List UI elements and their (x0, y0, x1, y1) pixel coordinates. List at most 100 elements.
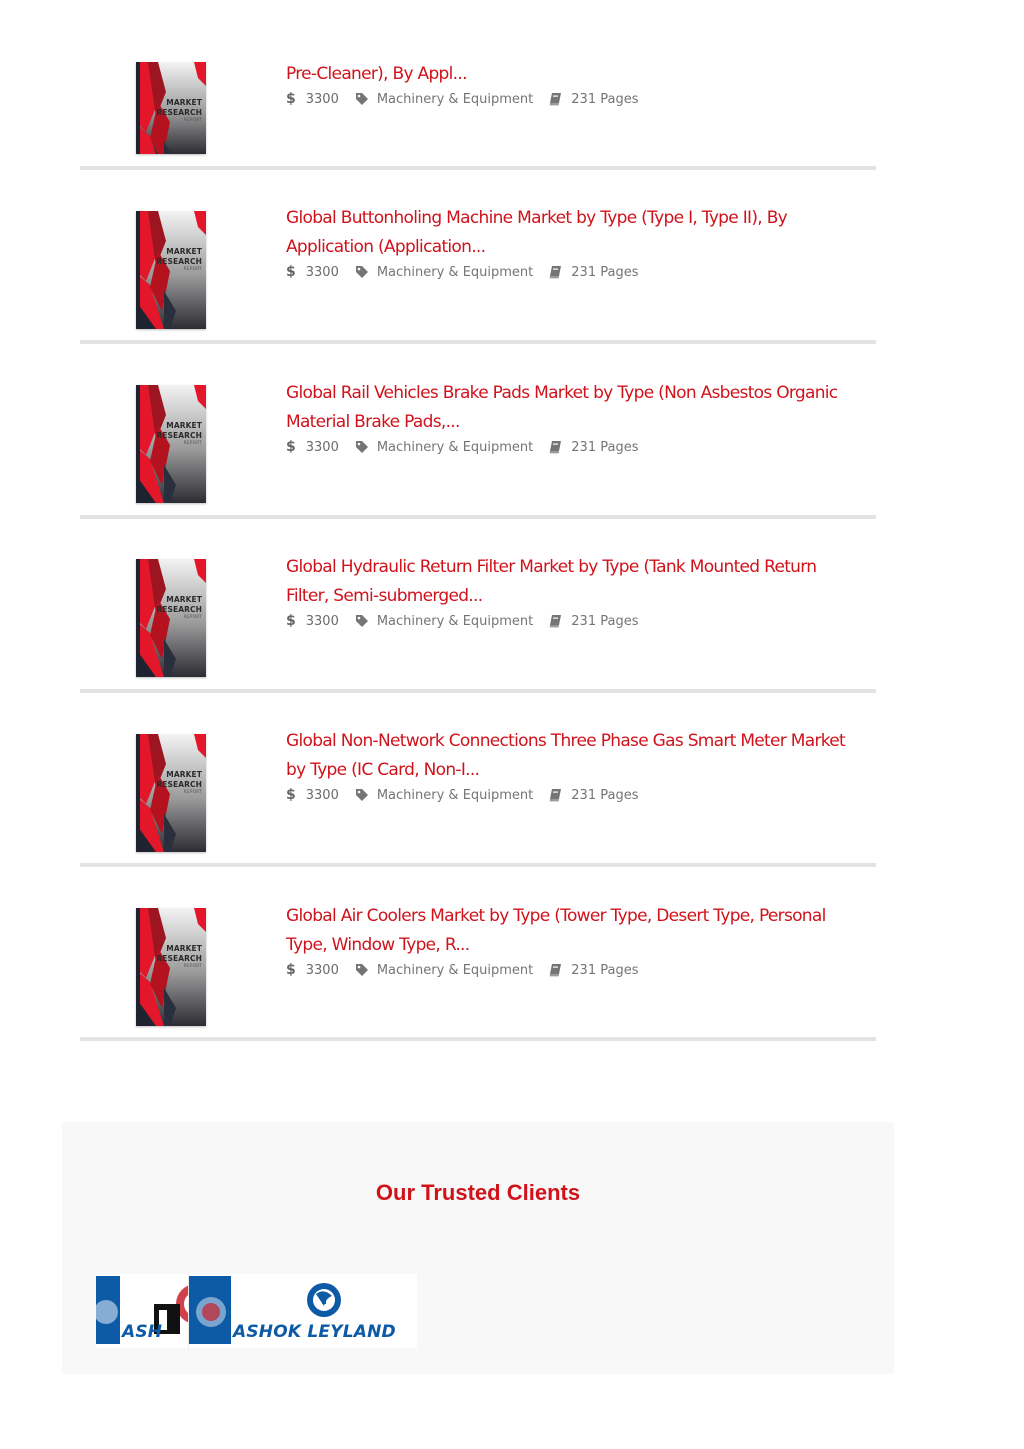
report-meta: $ 3300 Machinery & Equipment 231 Pages (286, 785, 876, 805)
report-title-link[interactable]: Global Rail Vehicles Brake Pads Market b… (286, 379, 876, 437)
cover-brand-line: MARKET (166, 247, 202, 256)
report-price: 3300 (305, 962, 339, 978)
report-title-line: Global Buttonholing Machine Market by Ty… (286, 208, 788, 228)
report-category-link[interactable]: Machinery & Equipment (377, 440, 533, 455)
report-meta: $ 3300 Machinery & Equipment 231 Pages (286, 611, 876, 631)
report-pages: 231 Pages (571, 962, 639, 978)
report-title-line: Application (Application... (286, 237, 486, 257)
report-cover-image[interactable]: MARKET RESEARCH REPORT (136, 211, 206, 329)
dollar-icon: $ (286, 613, 296, 629)
cover-brand-sub: REPORT (183, 964, 202, 969)
dollar-icon: $ (286, 962, 296, 978)
cover-brand: MARKET RESEARCH REPORT (156, 595, 202, 621)
report-title-line: Global Rail Vehicles Brake Pads Market b… (286, 383, 838, 403)
report-pages: 231 Pages (571, 264, 639, 280)
report-item: MARKET RESEARCH REPORT Pre-Cleaner), By … (80, 0, 876, 170)
cover-brand-line: MARKET (166, 98, 202, 107)
cover-brand-sub: REPORT (183, 118, 202, 123)
tag-icon (355, 441, 368, 453)
report-info: Pre-Cleaner), By Appl... $ 3300 Machiner… (286, 60, 876, 109)
report-cover-image[interactable]: MARKET RESEARCH REPORT (136, 734, 206, 852)
report-title-line: Material Brake Pads,... (286, 412, 460, 432)
cover-brand-line: MARKET (166, 421, 202, 430)
cover-brand-line: MARKET (166, 595, 202, 604)
dollar-icon: $ (286, 787, 296, 803)
report-title-link[interactable]: Pre-Cleaner), By Appl... (286, 60, 876, 89)
report-item: MARKET RESEARCH REPORT Global Buttonholi… (80, 170, 876, 344)
cover-edge (136, 559, 140, 677)
report-price: 3300 (305, 439, 339, 455)
report-info: Global Hydraulic Return Filter Market by… (286, 553, 876, 631)
report-cover-image[interactable]: MARKET RESEARCH REPORT (136, 908, 206, 1026)
cover-brand-sub: REPORT (183, 790, 202, 795)
report-pages: 231 Pages (571, 439, 639, 455)
cover-edge (136, 908, 140, 1026)
report-category-link[interactable]: Machinery & Equipment (377, 265, 533, 280)
cover-brand-line: RESEARCH (156, 257, 202, 266)
dollar-icon: $ (286, 439, 296, 455)
report-category-link[interactable]: Machinery & Equipment (377, 788, 533, 803)
tag-icon (355, 615, 368, 627)
cover-brand: MARKET RESEARCH REPORT (156, 247, 202, 273)
report-info: Global Rail Vehicles Brake Pads Market b… (286, 379, 876, 457)
report-title-link[interactable]: Global Air Coolers Market by Type (Tower… (286, 902, 876, 960)
report-price: 3300 (305, 787, 339, 803)
report-category-link[interactable]: Machinery & Equipment (377, 92, 533, 107)
clients-title: Our Trusted Clients (375, 1180, 581, 1205)
cover-brand-line: RESEARCH (156, 954, 202, 963)
cover-brand-sub: REPORT (183, 267, 202, 272)
tag-icon (355, 964, 368, 976)
cover-brand-line: RESEARCH (156, 108, 202, 117)
report-cover-image[interactable]: MARKET RESEARCH REPORT (136, 385, 206, 503)
cover-brand-sub: REPORT (183, 441, 202, 446)
report-cover-image[interactable]: MARKET RESEARCH REPORT (136, 62, 206, 154)
report-category-link[interactable]: Machinery & Equipment (377, 963, 533, 978)
report-list: MARKET RESEARCH REPORT Pre-Cleaner), By … (80, 0, 876, 1045)
cover-brand: MARKET RESEARCH REPORT (156, 770, 202, 796)
report-title-line: Global Non-Network Connections Three Pha… (286, 731, 846, 751)
report-pages: 231 Pages (571, 787, 639, 803)
report-title-link[interactable]: Global Buttonholing Machine Market by Ty… (286, 204, 876, 262)
book-icon (549, 92, 562, 105)
report-title-line: Filter, Semi-submerged... (286, 586, 483, 606)
book-icon (549, 788, 562, 801)
report-info: Global Non-Network Connections Three Pha… (286, 727, 876, 805)
report-title-line: by Type (IC Card, Non-I... (286, 760, 480, 780)
tag-icon (355, 266, 368, 278)
report-item: MARKET RESEARCH REPORT Global Air Cooler… (80, 867, 876, 1041)
report-price: 3300 (305, 613, 339, 629)
report-meta: $ 3300 Machinery & Equipment 231 Pages (286, 960, 876, 980)
trusted-clients-section: Our Trusted Clients ASH ASHOK LEYLAND (62, 1122, 894, 1374)
report-meta: $ 3300 Machinery & Equipment 231 Pages (286, 89, 876, 109)
cover-brand: MARKET RESEARCH REPORT (156, 944, 202, 970)
report-title-link[interactable]: Global Non-Network Connections Three Pha… (286, 727, 876, 785)
report-pages: 231 Pages (571, 91, 639, 107)
report-title-link[interactable]: Global Hydraulic Return Filter Market by… (286, 553, 876, 611)
report-info: Global Air Coolers Market by Type (Tower… (286, 902, 876, 980)
report-price: 3300 (305, 264, 339, 280)
cover-brand-sub: REPORT (183, 615, 202, 620)
cover-brand-line: MARKET (166, 944, 202, 953)
cover-brand-line: RESEARCH (156, 780, 202, 789)
cover-brand-line: MARKET (166, 770, 202, 779)
tag-icon (355, 789, 368, 801)
report-title-line: Global Air Coolers Market by Type (Tower… (286, 906, 826, 926)
report-cover-image[interactable]: MARKET RESEARCH REPORT (136, 559, 206, 677)
cover-brand: MARKET RESEARCH REPORT (156, 98, 202, 124)
client-logo-partial[interactable]: ASH (96, 1274, 188, 1348)
client-logo-text: ASHOK LEYLAND (233, 1322, 396, 1342)
report-info: Global Buttonholing Machine Market by Ty… (286, 204, 876, 282)
cover-edge (136, 734, 140, 852)
dollar-icon: $ (286, 264, 296, 280)
divider (80, 1037, 876, 1041)
book-icon (549, 440, 562, 453)
report-category-link[interactable]: Machinery & Equipment (377, 614, 533, 629)
report-meta: $ 3300 Machinery & Equipment 231 Pages (286, 262, 876, 282)
cover-edge (136, 62, 140, 154)
report-title-line: Pre-Cleaner), By Appl... (286, 64, 467, 84)
client-logo-ashok-leyland[interactable]: ASHOK LEYLAND (188, 1274, 417, 1348)
report-title-line: Type, Window Type, R... (286, 935, 470, 955)
book-icon (549, 963, 562, 976)
book-icon (549, 614, 562, 627)
clients-logo-carousel[interactable]: ASH ASHOK LEYLAND (96, 1274, 417, 1348)
